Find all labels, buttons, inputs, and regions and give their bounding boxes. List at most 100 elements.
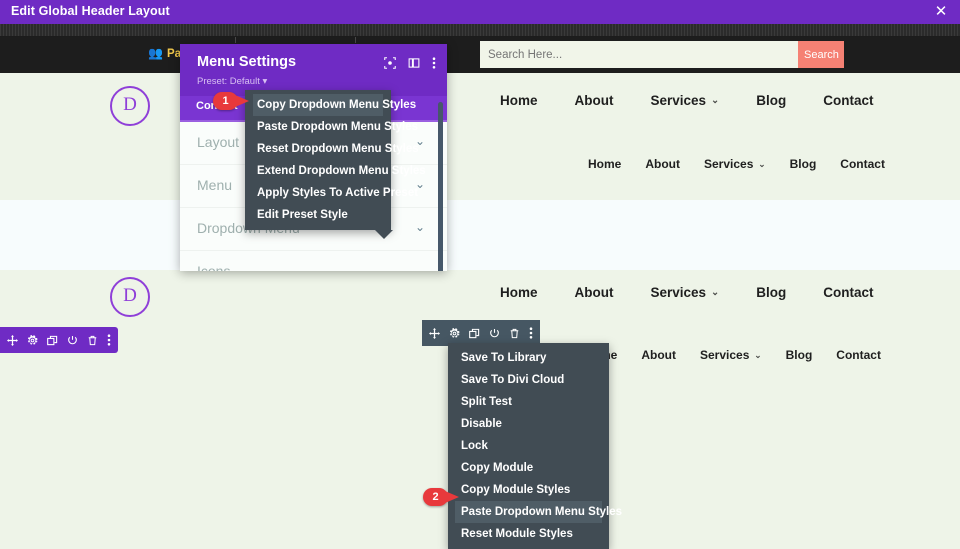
nav-item-label: Services xyxy=(651,93,707,108)
chevron-down-icon: ⌄ xyxy=(758,159,765,170)
power-icon[interactable] xyxy=(67,335,78,346)
move-icon[interactable] xyxy=(429,328,440,339)
nav-item-label: About xyxy=(575,93,614,108)
nav-item-contact[interactable]: Contact xyxy=(823,93,873,108)
duplicate-icon[interactable] xyxy=(47,335,58,346)
menu-item-apply-styles-to-active-preset[interactable]: Apply Styles To Active Preset xyxy=(253,182,383,204)
nav-item-label: Home xyxy=(500,285,538,300)
window-title-bar: Edit Global Header Layout ✕ xyxy=(0,0,960,24)
trash-icon[interactable] xyxy=(509,328,520,339)
more-options-icon[interactable] xyxy=(529,327,533,339)
menu-item-disable[interactable]: Disable xyxy=(455,413,602,435)
nav-item-label: Services xyxy=(704,157,753,171)
nav-item-label: Services xyxy=(651,285,707,300)
nav-item-label: Blog xyxy=(790,157,817,171)
nav-item-label: Blog xyxy=(756,93,786,108)
panel-header: Menu Settings Preset: Default ▾ xyxy=(180,44,447,96)
search-input[interactable] xyxy=(480,41,798,68)
divi-logo: D xyxy=(110,86,150,126)
menu-item-reset-dropdown-menu-styles[interactable]: Reset Dropdown Menu Styles xyxy=(253,138,383,160)
menu-item-copy-module[interactable]: Copy Module xyxy=(455,457,602,479)
nav-tertiary: Home About Services ⌄ Blog Contact xyxy=(500,285,873,300)
nav-item-label: Contact xyxy=(840,157,885,171)
trash-icon[interactable] xyxy=(87,335,98,346)
move-icon[interactable] xyxy=(7,335,18,346)
search-button[interactable]: Search xyxy=(798,41,844,68)
nav-item-label: Home xyxy=(588,157,621,171)
menu-item-extend-dropdown-menu-styles[interactable]: Extend Dropdown Menu Styles xyxy=(253,160,383,182)
nav-item-contact[interactable]: Contact xyxy=(840,157,885,171)
nav-item-services[interactable]: Services ⌄ xyxy=(704,157,766,171)
nav-primary: Home About Services ⌄ Blog Contact xyxy=(500,93,873,108)
menu-item-split-test[interactable]: Split Test xyxy=(455,391,602,413)
panel-header-icons xyxy=(384,56,436,74)
nav-item-home[interactable]: Home xyxy=(500,285,538,300)
nav-item-label: About xyxy=(641,348,676,362)
module-context-menu: Save To LibrarySave To Divi CloudSplit T… xyxy=(448,343,609,549)
canvas-band-white xyxy=(0,200,960,270)
search-bar: Search xyxy=(480,41,844,68)
nav-item-label: Services xyxy=(700,348,749,362)
nav-item-about[interactable]: About xyxy=(575,285,614,300)
chevron-down-icon[interactable]: ⌄ xyxy=(415,263,425,271)
nav-item-contact[interactable]: Contact xyxy=(823,285,873,300)
nav-item-label: About xyxy=(645,157,680,171)
more-options-icon[interactable] xyxy=(432,56,436,74)
nav-item-services[interactable]: Services ⌄ xyxy=(651,285,720,300)
nav-item-services[interactable]: Services ⌄ xyxy=(700,348,762,362)
chevron-down-icon[interactable]: ⌄ xyxy=(415,220,425,234)
gear-icon[interactable] xyxy=(449,328,460,339)
people-icon: 👥 xyxy=(148,46,163,60)
accordion-label: Menu xyxy=(197,177,232,193)
target-icon[interactable] xyxy=(384,56,396,74)
menu-item-paste-dropdown-menu-styles[interactable]: Paste Dropdown Menu Styles xyxy=(455,501,602,523)
chevron-down-icon: ⌄ xyxy=(754,350,761,361)
chevron-down-icon: ⌄ xyxy=(711,287,719,298)
dropdown-styles-context-menu: Copy Dropdown Menu StylesPaste Dropdown … xyxy=(245,90,391,230)
nav-item-blog[interactable]: Blog xyxy=(756,285,786,300)
nav-item-home[interactable]: Home xyxy=(588,157,621,171)
nav-item-blog[interactable]: Blog xyxy=(786,348,813,362)
menu-item-save-to-divi-cloud[interactable]: Save To Divi Cloud xyxy=(455,369,602,391)
nav-item-label: About xyxy=(575,285,614,300)
duplicate-icon[interactable] xyxy=(469,328,480,339)
nav-item-label: Contact xyxy=(823,93,873,108)
panel-scrollbar[interactable] xyxy=(438,102,443,271)
nav-item-label: Blog xyxy=(786,348,813,362)
nav-item-home[interactable]: Home xyxy=(500,93,538,108)
nav-item-contact[interactable]: Contact xyxy=(836,348,881,362)
callout-1: 1 xyxy=(213,92,249,110)
nav-item-blog[interactable]: Blog xyxy=(756,93,786,108)
more-options-icon[interactable] xyxy=(107,334,111,346)
top-bar-left-text: 👥Pa xyxy=(148,46,181,60)
menu-item-copy-dropdown-menu-styles[interactable]: Copy Dropdown Menu Styles xyxy=(253,94,383,116)
menu-item-reset-module-styles[interactable]: Reset Module Styles xyxy=(455,523,602,545)
nav-secondary: Home About Services ⌄ Blog Contact xyxy=(588,157,885,171)
chevron-down-icon: ⌄ xyxy=(711,95,719,106)
nav-item-label: Home xyxy=(500,93,538,108)
power-icon[interactable] xyxy=(489,328,500,339)
gear-icon[interactable] xyxy=(27,335,38,346)
accordion-icons[interactable]: Icons⌄ xyxy=(180,251,447,271)
menu-item-save-to-library[interactable]: Save To Library xyxy=(455,347,602,369)
module-toolbar-purple[interactable] xyxy=(0,327,118,353)
panel-preset-selector[interactable]: Preset: Default ▾ xyxy=(197,76,267,87)
menu-item-copy-module-styles[interactable]: Copy Module Styles xyxy=(455,479,602,501)
layout-icon[interactable] xyxy=(408,56,420,74)
menu-item-edit-preset-style[interactable]: Edit Preset Style xyxy=(253,204,383,226)
divi-logo: D xyxy=(110,277,150,317)
nav-item-about[interactable]: About xyxy=(575,93,614,108)
nav-item-label: Contact xyxy=(836,348,881,362)
nav-item-about[interactable]: About xyxy=(645,157,680,171)
accordion-label: Layout xyxy=(197,134,239,150)
nav-item-blog[interactable]: Blog xyxy=(790,157,817,171)
nav-item-label: Blog xyxy=(756,285,786,300)
nav-item-services[interactable]: Services ⌄ xyxy=(651,93,720,108)
nav-quaternary: meAboutServices⌄BlogContact xyxy=(600,348,881,362)
menu-item-lock[interactable]: Lock xyxy=(455,435,602,457)
callout-2: 2 xyxy=(423,488,459,506)
close-icon[interactable]: ✕ xyxy=(932,3,950,21)
nav-item-about[interactable]: About xyxy=(641,348,676,362)
menu-item-paste-dropdown-menu-styles[interactable]: Paste Dropdown Menu Styles xyxy=(253,116,383,138)
callout-pointer-icon xyxy=(235,95,249,107)
